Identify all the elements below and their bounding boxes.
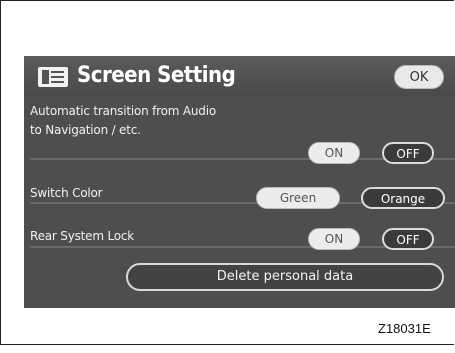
menu-list-icon	[38, 67, 68, 87]
rear-lock-off-button[interactable]: OFF	[382, 228, 434, 250]
switch-color-label: Switch Color	[30, 186, 103, 200]
rear-lock-on-button[interactable]: ON	[308, 228, 360, 250]
switch-color-green-button[interactable]: Green	[256, 187, 340, 209]
rear-system-lock-label: Rear System Lock	[30, 229, 135, 243]
auto-transition-on-button[interactable]: ON	[308, 142, 360, 164]
switch-color-orange-button[interactable]: Orange	[361, 187, 445, 209]
auto-transition-label-line1: Automatic transition from Audio	[30, 104, 216, 118]
figure-caption: Z18031E	[378, 321, 431, 336]
screen-setting-panel: Screen Setting OK Automatic transition f…	[24, 56, 455, 308]
page-title: Screen Setting	[77, 63, 236, 88]
delete-personal-data-button[interactable]: Delete personal data	[126, 263, 444, 291]
ok-button[interactable]: OK	[394, 65, 444, 89]
auto-transition-label-line2: to Navigation / etc.	[30, 123, 141, 137]
auto-transition-off-button[interactable]: OFF	[382, 142, 434, 164]
